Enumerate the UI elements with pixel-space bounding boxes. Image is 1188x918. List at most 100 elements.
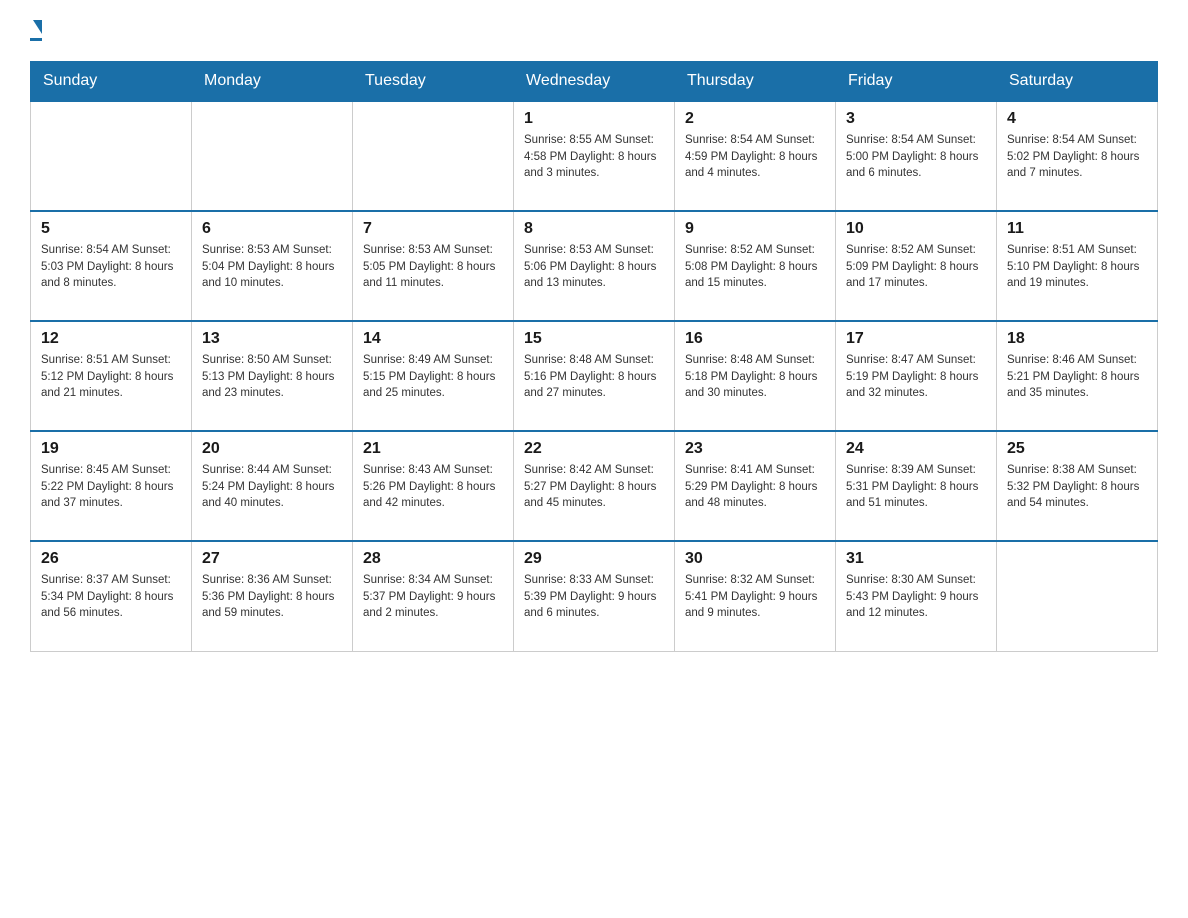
day-number: 30 bbox=[685, 550, 825, 568]
calendar-cell: 17 Sunrise: 8:47 AM Sunset: 5:19 PM Dayli… bbox=[836, 321, 997, 431]
calendar-cell: 12 Sunrise: 8:51 AM Sunset: 5:12 PM Dayli… bbox=[31, 321, 192, 431]
day-info: Sunrise: 8:52 AM Sunset: 5:08 PM Dayligh… bbox=[685, 242, 825, 292]
day-info: Sunrise: 8:54 AM Sunset: 5:00 PM Dayligh… bbox=[846, 132, 986, 182]
calendar-cell bbox=[192, 101, 353, 211]
day-number: 8 bbox=[524, 220, 664, 238]
week-row: 19 Sunrise: 8:45 AM Sunset: 5:22 PM Dayli… bbox=[31, 431, 1158, 541]
day-info: Sunrise: 8:50 AM Sunset: 5:13 PM Dayligh… bbox=[202, 352, 342, 402]
calendar-cell: 24 Sunrise: 8:39 AM Sunset: 5:31 PM Dayli… bbox=[836, 431, 997, 541]
calendar-day-header: Tuesday bbox=[353, 62, 514, 102]
day-number: 15 bbox=[524, 330, 664, 348]
day-info: Sunrise: 8:37 AM Sunset: 5:34 PM Dayligh… bbox=[41, 572, 181, 622]
day-info: Sunrise: 8:46 AM Sunset: 5:21 PM Dayligh… bbox=[1007, 352, 1147, 402]
day-info: Sunrise: 8:53 AM Sunset: 5:04 PM Dayligh… bbox=[202, 242, 342, 292]
day-number: 4 bbox=[1007, 110, 1147, 128]
day-number: 25 bbox=[1007, 440, 1147, 458]
calendar-cell bbox=[353, 101, 514, 211]
logo-underline bbox=[30, 38, 42, 41]
calendar-cell: 9 Sunrise: 8:52 AM Sunset: 5:08 PM Daylig… bbox=[675, 211, 836, 321]
calendar-day-header: Saturday bbox=[997, 62, 1158, 102]
day-number: 18 bbox=[1007, 330, 1147, 348]
calendar-cell: 3 Sunrise: 8:54 AM Sunset: 5:00 PM Daylig… bbox=[836, 101, 997, 211]
calendar-cell: 1 Sunrise: 8:55 AM Sunset: 4:58 PM Daylig… bbox=[514, 101, 675, 211]
calendar-day-header: Sunday bbox=[31, 62, 192, 102]
calendar-cell: 5Sunrise: 8:54 AM Sunset: 5:03 PM Daylig… bbox=[31, 211, 192, 321]
calendar-cell: 23 Sunrise: 8:41 AM Sunset: 5:29 PM Dayli… bbox=[675, 431, 836, 541]
calendar-day-header: Monday bbox=[192, 62, 353, 102]
day-number: 20 bbox=[202, 440, 342, 458]
calendar-cell: 16 Sunrise: 8:48 AM Sunset: 5:18 PM Dayli… bbox=[675, 321, 836, 431]
day-number: 1 bbox=[524, 110, 664, 128]
day-info: Sunrise: 8:30 AM Sunset: 5:43 PM Dayligh… bbox=[846, 572, 986, 622]
day-number: 12 bbox=[41, 330, 181, 348]
logo-triangle-icon bbox=[33, 20, 42, 34]
day-info: Sunrise: 8:48 AM Sunset: 5:16 PM Dayligh… bbox=[524, 352, 664, 402]
week-row: 12 Sunrise: 8:51 AM Sunset: 5:12 PM Dayli… bbox=[31, 321, 1158, 431]
day-number: 14 bbox=[363, 330, 503, 348]
day-number: 21 bbox=[363, 440, 503, 458]
day-info: Sunrise: 8:41 AM Sunset: 5:29 PM Dayligh… bbox=[685, 462, 825, 512]
calendar-cell: 10 Sunrise: 8:52 AM Sunset: 5:09 PM Dayli… bbox=[836, 211, 997, 321]
day-info: Sunrise: 8:39 AM Sunset: 5:31 PM Dayligh… bbox=[846, 462, 986, 512]
day-info: Sunrise: 8:45 AM Sunset: 5:22 PM Dayligh… bbox=[41, 462, 181, 512]
day-info: Sunrise: 8:34 AM Sunset: 5:37 PM Dayligh… bbox=[363, 572, 503, 622]
calendar-cell: 4 Sunrise: 8:54 AM Sunset: 5:02 PM Daylig… bbox=[997, 101, 1158, 211]
calendar-day-header: Thursday bbox=[675, 62, 836, 102]
calendar-cell: 13Sunrise: 8:50 AM Sunset: 5:13 PM Dayli… bbox=[192, 321, 353, 431]
day-number: 3 bbox=[846, 110, 986, 128]
calendar-cell: 22Sunrise: 8:42 AM Sunset: 5:27 PM Dayli… bbox=[514, 431, 675, 541]
calendar-cell: 18 Sunrise: 8:46 AM Sunset: 5:21 PM Dayli… bbox=[997, 321, 1158, 431]
day-info: Sunrise: 8:43 AM Sunset: 5:26 PM Dayligh… bbox=[363, 462, 503, 512]
week-row: 5Sunrise: 8:54 AM Sunset: 5:03 PM Daylig… bbox=[31, 211, 1158, 321]
day-info: Sunrise: 8:36 AM Sunset: 5:36 PM Dayligh… bbox=[202, 572, 342, 622]
day-info: Sunrise: 8:51 AM Sunset: 5:10 PM Dayligh… bbox=[1007, 242, 1147, 292]
day-info: Sunrise: 8:51 AM Sunset: 5:12 PM Dayligh… bbox=[41, 352, 181, 402]
day-number: 2 bbox=[685, 110, 825, 128]
day-info: Sunrise: 8:44 AM Sunset: 5:24 PM Dayligh… bbox=[202, 462, 342, 512]
day-number: 9 bbox=[685, 220, 825, 238]
calendar-cell bbox=[31, 101, 192, 211]
day-number: 23 bbox=[685, 440, 825, 458]
day-info: Sunrise: 8:32 AM Sunset: 5:41 PM Dayligh… bbox=[685, 572, 825, 622]
calendar-cell: 28 Sunrise: 8:34 AM Sunset: 5:37 PM Dayli… bbox=[353, 541, 514, 651]
week-row: 26 Sunrise: 8:37 AM Sunset: 5:34 PM Dayli… bbox=[31, 541, 1158, 651]
calendar-cell: 14Sunrise: 8:49 AM Sunset: 5:15 PM Dayli… bbox=[353, 321, 514, 431]
day-info: Sunrise: 8:55 AM Sunset: 4:58 PM Dayligh… bbox=[524, 132, 664, 182]
day-info: Sunrise: 8:53 AM Sunset: 5:05 PM Dayligh… bbox=[363, 242, 503, 292]
calendar-cell: 7 Sunrise: 8:53 AM Sunset: 5:05 PM Daylig… bbox=[353, 211, 514, 321]
day-number: 16 bbox=[685, 330, 825, 348]
calendar-day-header: Friday bbox=[836, 62, 997, 102]
day-number: 6 bbox=[202, 220, 342, 238]
day-info: Sunrise: 8:54 AM Sunset: 5:02 PM Dayligh… bbox=[1007, 132, 1147, 182]
logo bbox=[30, 20, 42, 41]
calendar-cell: 29Sunrise: 8:33 AM Sunset: 5:39 PM Dayli… bbox=[514, 541, 675, 651]
page-header bbox=[30, 20, 1158, 41]
day-info: Sunrise: 8:33 AM Sunset: 5:39 PM Dayligh… bbox=[524, 572, 664, 622]
day-number: 10 bbox=[846, 220, 986, 238]
day-info: Sunrise: 8:54 AM Sunset: 5:03 PM Dayligh… bbox=[41, 242, 181, 292]
calendar-cell: 20 Sunrise: 8:44 AM Sunset: 5:24 PM Dayli… bbox=[192, 431, 353, 541]
day-number: 17 bbox=[846, 330, 986, 348]
calendar-cell: 6 Sunrise: 8:53 AM Sunset: 5:04 PM Daylig… bbox=[192, 211, 353, 321]
day-info: Sunrise: 8:48 AM Sunset: 5:18 PM Dayligh… bbox=[685, 352, 825, 402]
calendar-cell: 27Sunrise: 8:36 AM Sunset: 5:36 PM Dayli… bbox=[192, 541, 353, 651]
calendar-cell: 8 Sunrise: 8:53 AM Sunset: 5:06 PM Daylig… bbox=[514, 211, 675, 321]
week-row: 1 Sunrise: 8:55 AM Sunset: 4:58 PM Daylig… bbox=[31, 101, 1158, 211]
calendar-cell: 25Sunrise: 8:38 AM Sunset: 5:32 PM Dayli… bbox=[997, 431, 1158, 541]
day-number: 28 bbox=[363, 550, 503, 568]
calendar-day-header: Wednesday bbox=[514, 62, 675, 102]
calendar-cell: 26 Sunrise: 8:37 AM Sunset: 5:34 PM Dayli… bbox=[31, 541, 192, 651]
day-info: Sunrise: 8:53 AM Sunset: 5:06 PM Dayligh… bbox=[524, 242, 664, 292]
day-number: 11 bbox=[1007, 220, 1147, 238]
day-info: Sunrise: 8:47 AM Sunset: 5:19 PM Dayligh… bbox=[846, 352, 986, 402]
day-number: 22 bbox=[524, 440, 664, 458]
day-info: Sunrise: 8:54 AM Sunset: 4:59 PM Dayligh… bbox=[685, 132, 825, 182]
day-number: 31 bbox=[846, 550, 986, 568]
calendar-header-row: SundayMondayTuesdayWednesdayThursdayFrid… bbox=[31, 62, 1158, 102]
day-number: 26 bbox=[41, 550, 181, 568]
day-number: 19 bbox=[41, 440, 181, 458]
day-info: Sunrise: 8:52 AM Sunset: 5:09 PM Dayligh… bbox=[846, 242, 986, 292]
day-number: 24 bbox=[846, 440, 986, 458]
day-number: 7 bbox=[363, 220, 503, 238]
calendar-cell: 21 Sunrise: 8:43 AM Sunset: 5:26 PM Dayli… bbox=[353, 431, 514, 541]
